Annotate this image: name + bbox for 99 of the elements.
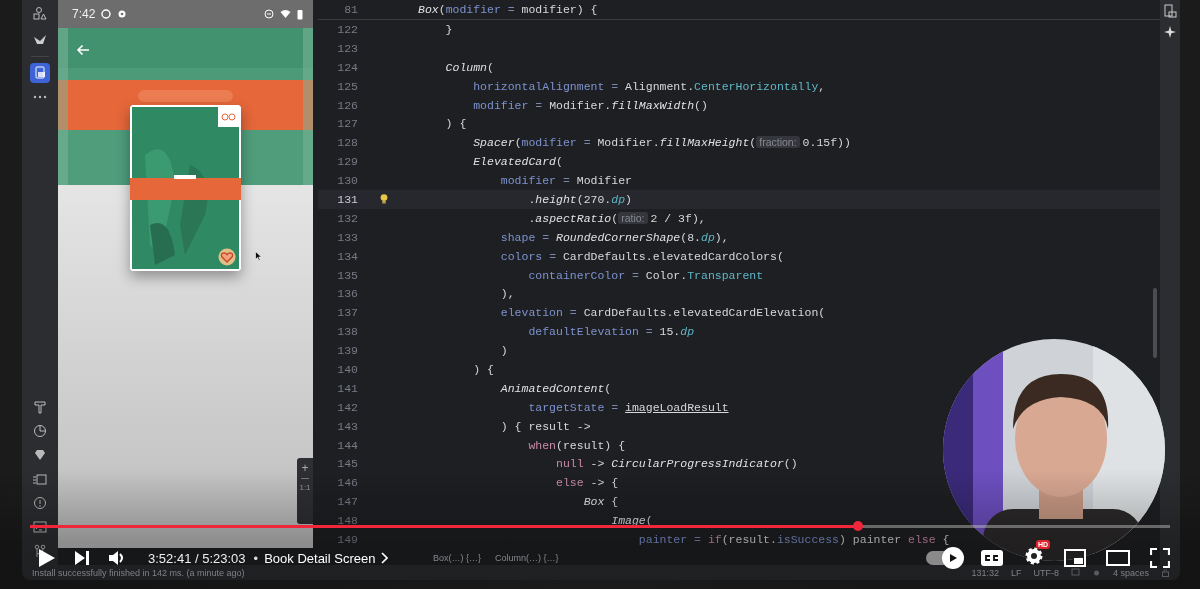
line-number: 146 (336, 476, 358, 490)
clock-time: 7:42 (72, 7, 96, 21)
code-line: ) { (444, 117, 467, 131)
code-line: colors = CardDefaults.elevatedCardColors( (499, 249, 784, 263)
code-line: horizontalAlignment = Alignment.CenterHorizontally, (472, 79, 826, 93)
line-number: 126 (336, 98, 358, 112)
line-number: 149 (336, 533, 358, 546)
code-line: AnimatedContent( (499, 381, 612, 395)
warning-icon[interactable] (32, 495, 48, 511)
code-line: .height(270.dp) (527, 192, 632, 206)
code-line: null -> CircularProgressIndicator() (555, 457, 798, 471)
line-number: 141 (336, 381, 358, 395)
code-line: painter = if(result.isSuccess) painter else { (637, 533, 950, 546)
line-number: 130 (336, 174, 358, 188)
do-not-disturb-icon (264, 9, 274, 19)
pie-chart-icon[interactable] (32, 423, 48, 439)
line-number: 129 (336, 155, 358, 169)
shapes-icon[interactable] (32, 6, 48, 22)
code-line: shape = RoundedCornerShape(8.dp), (499, 230, 729, 244)
chapter-title[interactable]: Book Detail Screen (264, 550, 389, 566)
actual-size-button[interactable]: 1:1 (299, 483, 311, 492)
play-icon (948, 553, 958, 563)
play-icon[interactable] (38, 548, 56, 568)
breadcrumb[interactable]: Box(…) {…} (433, 553, 481, 563)
code-line: Spacer(modifier = Modifier.fillMaxHeight( fraction: 0.15f)) (472, 136, 851, 150)
code-line: ) (499, 344, 508, 358)
line-number: 131 (336, 192, 358, 206)
line-number: 144 (336, 438, 358, 452)
line-number: 143 (336, 419, 358, 433)
code-line: else -> { (555, 476, 619, 490)
line-number: 132 (336, 211, 358, 225)
code-line: when(result) { (527, 438, 626, 452)
status-message: Install successfully finished in 142 ms. (a minute ago) (32, 567, 246, 578)
separator-dot: • (253, 550, 259, 566)
line-number: 142 (336, 400, 358, 414)
code-line: .aspectRatio( ratio: 2 / 3f), (527, 211, 706, 225)
line-number: 133 (336, 230, 358, 244)
log-icon[interactable] (32, 471, 48, 487)
gear-icon (117, 9, 128, 19)
device-icon[interactable] (32, 65, 48, 81)
line-number: 140 (336, 362, 358, 376)
app-icon (101, 9, 112, 19)
code-line: Box { (582, 495, 619, 509)
line-number: 127 (336, 117, 358, 131)
device-manager-icon[interactable] (1163, 4, 1177, 18)
terminal-icon[interactable] (32, 519, 48, 535)
battery-icon (297, 8, 303, 20)
code-line: Column( (444, 60, 494, 74)
code-line: modifier = Modifier.fillMaxWidth() (472, 98, 708, 112)
volume-icon[interactable] (108, 550, 126, 566)
line-number: 138 (336, 325, 358, 339)
chevron-right-icon (381, 552, 389, 564)
code-line: targetState = imageLoadResult (527, 400, 729, 414)
sparkle-icon[interactable] (1164, 26, 1176, 38)
code-line: Box(modifier = modifier) { (418, 3, 598, 16)
code-line: elevation = CardDefaults.elevatedCardElevation( (499, 306, 826, 320)
wifi-icon (280, 9, 291, 19)
code-line: ) { (472, 362, 494, 376)
line-number: 135 (336, 268, 358, 282)
line-number: 81 (343, 3, 358, 16)
line-number: 125 (336, 79, 358, 93)
scrollbar-thumb[interactable] (1153, 288, 1157, 358)
captions-icon[interactable] (980, 549, 1004, 567)
settings-icon[interactable] (1024, 546, 1044, 566)
zoom-in-button[interactable]: + (301, 462, 309, 474)
code-line: ElevatedCard( (472, 155, 563, 169)
line-number: 128 (336, 136, 358, 150)
branch-icon[interactable] (32, 543, 48, 559)
next-icon[interactable] (74, 550, 90, 566)
line-number: 139 (336, 344, 358, 358)
code-line: ), (499, 287, 515, 301)
status-item[interactable]: UTF-8 (1033, 567, 1059, 578)
playback-time: 3:52:41 / 5:23:03 (148, 550, 246, 566)
fullscreen-icon[interactable] (1150, 548, 1170, 568)
line-number: 148 (336, 514, 358, 528)
lightbulb-icon[interactable] (380, 194, 388, 205)
status-item[interactable]: 4 spaces (1112, 567, 1149, 578)
hammer-icon[interactable] (32, 399, 48, 415)
status-item[interactable]: 131:32 (971, 567, 999, 578)
code-line: containerColor = Color.Transparent (527, 268, 764, 282)
cursor-icon (255, 251, 262, 261)
line-number: 122 (336, 22, 358, 36)
line-number: 124 (336, 60, 358, 74)
scrubber-handle[interactable] (852, 521, 863, 531)
line-number: 136 (336, 287, 358, 301)
code-line: defaultElevation = 15.dp (527, 325, 695, 339)
line-number: 134 (336, 249, 358, 263)
theater-mode-icon[interactable] (1106, 549, 1130, 567)
line-number: 145 (336, 457, 358, 471)
lock-icon[interactable] (1161, 568, 1170, 577)
code-line: modifier = Modifier (499, 174, 632, 188)
code-line: ) { result -> (499, 419, 591, 433)
breadcrumb[interactable]: Column(…) {…} (495, 553, 559, 563)
line-number: 137 (336, 306, 358, 320)
status-item[interactable]: LF (1010, 567, 1022, 578)
code-line: } (444, 22, 453, 36)
line-number: 147 (336, 495, 358, 509)
line-number: 123 (336, 41, 358, 55)
miniplayer-icon[interactable] (1064, 549, 1086, 567)
